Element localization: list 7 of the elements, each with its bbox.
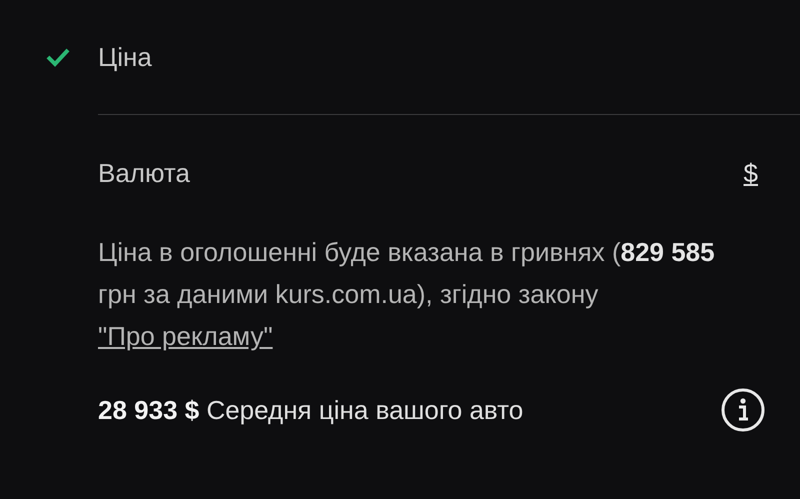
info-icon[interactable]	[720, 387, 766, 433]
currency-selector[interactable]: $	[744, 158, 758, 188]
currency-label: Валюта	[98, 158, 190, 188]
price-label: Ціна	[98, 42, 152, 72]
law-link[interactable]: "Про рекламу"	[98, 321, 273, 351]
average-price-text: 28 933 $ Середня ціна вашого авто	[98, 394, 524, 426]
price-note: Ціна в оголошенні буде вказана в гривнях (829 585 грн за даними kurs.com.ua), згідно закону "Про рекламу"	[98, 236, 716, 353]
